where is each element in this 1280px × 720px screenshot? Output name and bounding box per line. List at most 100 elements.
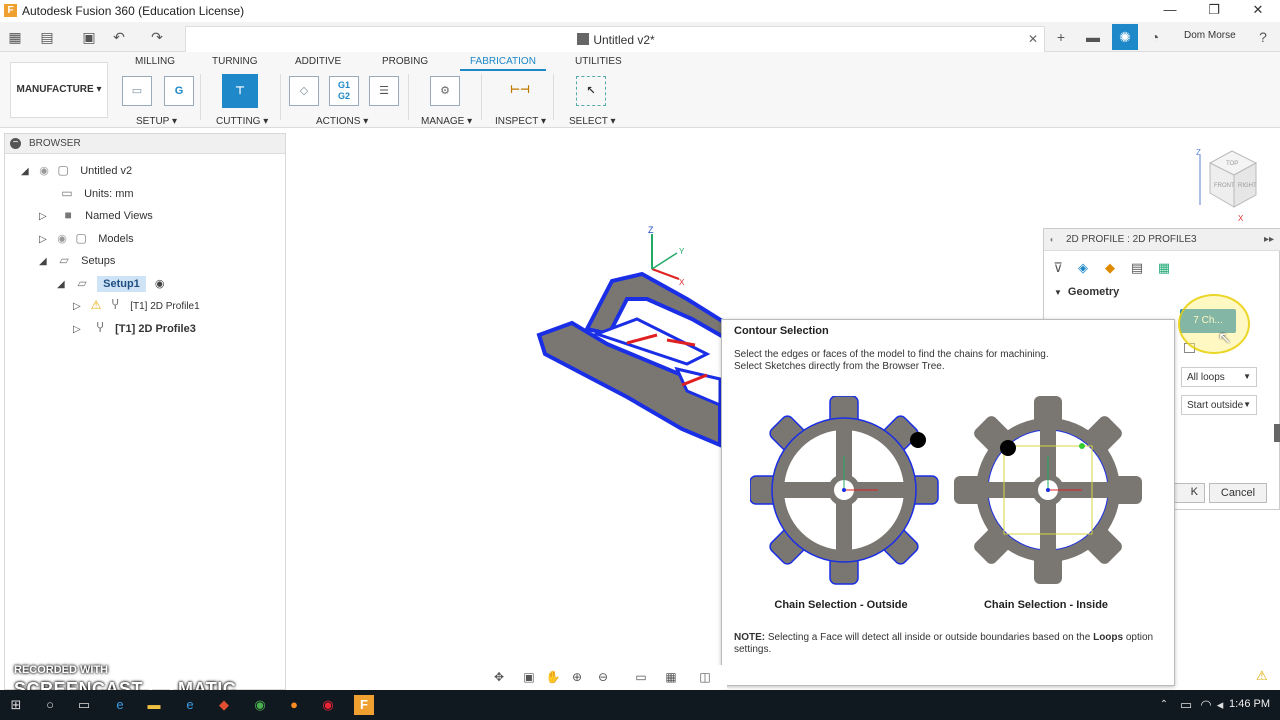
clock-icon[interactable]: ◔ [1146, 28, 1164, 46]
internet-explorer-icon[interactable]: e [180, 695, 200, 715]
select-icon[interactable]: ↖ [576, 76, 606, 106]
chrome-icon[interactable]: ◉ [250, 695, 270, 715]
warning-icon: ⚠ [90, 298, 102, 312]
collapse-browser-icon[interactable]: − [10, 138, 21, 149]
help-icon[interactable]: ? [1254, 28, 1272, 46]
app-icon[interactable]: ◆ [214, 695, 234, 715]
expand-arrow-icon[interactable]: ▷ [39, 211, 51, 222]
tab-heights[interactable]: ◆ [1099, 257, 1121, 279]
cutting-group-menu[interactable]: CUTTING ▾ [216, 116, 268, 127]
viewports-icon[interactable]: ◫ [695, 668, 715, 686]
pan-hand-icon[interactable]: ✋ [543, 668, 563, 686]
volume-icon[interactable]: ◂ [1210, 695, 1230, 715]
tab-geometry[interactable]: ◈ [1072, 257, 1094, 279]
tree-operation-profile1[interactable]: ▷ ⚠ Ⴤ [T1] 2D Profile1 [73, 298, 200, 318]
dialog-collapse-icon[interactable]: ◖ [1049, 235, 1054, 244]
user-name[interactable]: Dom Morse [1184, 30, 1236, 41]
document-tab[interactable]: Untitled v2* ✕ [185, 26, 1045, 52]
measure-icon[interactable]: ⊢⊣ [505, 76, 535, 106]
manage-group-menu[interactable]: MANAGE ▾ [421, 116, 472, 127]
ok-button[interactable]: K [1171, 483, 1205, 503]
zoom-window-icon[interactable]: ⊖ [593, 668, 613, 686]
tab-additive[interactable]: ADDITIVE [295, 56, 341, 67]
minimize-button[interactable]: — [1155, 2, 1185, 20]
expand-arrow-icon[interactable]: ▷ [73, 324, 85, 335]
scrollbar-handle[interactable] [1274, 424, 1280, 442]
save-icon[interactable]: ▣ [80, 28, 98, 46]
visibility-eye-icon[interactable]: ◉ [36, 164, 52, 177]
notifications-icon[interactable]: ▬ [1084, 28, 1102, 46]
maximize-button[interactable]: ❐ [1199, 2, 1229, 20]
fusion-taskbar-icon[interactable]: F [354, 695, 374, 715]
setup-sheet-icon[interactable]: ☰ [369, 76, 399, 106]
tab-tool[interactable]: ⊽ [1047, 257, 1069, 279]
orbit-icon[interactable]: ✥ [489, 668, 509, 686]
tree-units[interactable]: ▭ Units: mm [59, 186, 133, 206]
display-settings-icon[interactable]: ▭ [631, 668, 651, 686]
browser-title: BROWSER [29, 138, 81, 149]
folder-setup-icon[interactable]: ▭ [122, 76, 152, 106]
inspect-group-menu[interactable]: INSPECT ▾ [495, 116, 546, 127]
viewcube-icon[interactable]: TOP FRONT RIGHT Z X [1192, 145, 1262, 225]
tree-operation-profile3[interactable]: ▷ Ⴤ [T1] 2D Profile3 [73, 321, 196, 341]
tool-library-icon[interactable]: ⚙ [430, 76, 460, 106]
tree-root[interactable]: ◢ ◉ ▢ Untitled v2 [21, 163, 132, 183]
active-setup-icon[interactable]: ◉ [155, 278, 165, 290]
look-at-icon[interactable]: ▣ [519, 668, 539, 686]
tab-passes[interactable]: ▤ [1126, 257, 1148, 279]
simulate-icon[interactable]: ◇ [289, 76, 319, 106]
tab-linking[interactable]: ▦ [1153, 257, 1175, 279]
zoom-icon[interactable]: ⊕ [567, 668, 587, 686]
cancel-button[interactable]: Cancel [1209, 483, 1267, 503]
nc-program-icon[interactable]: G [164, 76, 194, 106]
setup-group-menu[interactable]: SETUP ▾ [136, 116, 177, 127]
close-tab-icon[interactable]: ✕ [1028, 32, 1038, 46]
dialog-expand-icon[interactable]: ▸▸ [1264, 234, 1274, 245]
workspace-switcher[interactable]: MANUFACTURE ▾ [10, 62, 108, 118]
warning-icon[interactable]: ⚠ [1256, 668, 1268, 684]
close-window-button[interactable]: ✕ [1243, 2, 1273, 20]
operation-profile1-label: [T1] 2D Profile1 [130, 301, 200, 312]
tree-setup1[interactable]: ◢ ▱ Setup1 ◉ [57, 276, 164, 296]
collapse-arrow-icon[interactable]: ◢ [21, 166, 33, 177]
side-select[interactable]: Start outside ▼ [1181, 395, 1257, 415]
edge-browser-icon[interactable]: e [110, 695, 130, 715]
search-icon[interactable]: ○ [40, 695, 60, 715]
grid-menu-icon[interactable]: ▦ [6, 28, 24, 46]
select-group-menu[interactable]: SELECT ▾ [569, 116, 616, 127]
axis-y-label: Y [679, 247, 685, 256]
screencast-app-icon[interactable]: ◉ [318, 695, 338, 715]
collapse-arrow-icon[interactable]: ◢ [39, 256, 51, 267]
tab-milling[interactable]: MILLING [135, 56, 175, 67]
geometry-section[interactable]: ▼ Geometry [1054, 286, 1119, 298]
job-status-icon[interactable]: ✺ [1112, 24, 1138, 50]
loops-select[interactable]: All loops ▼ [1181, 367, 1257, 387]
undo-icon[interactable]: ↶ [110, 28, 128, 46]
document-title: Untitled v2* [593, 33, 655, 47]
taskbar-clock[interactable]: 1:46 PM [1229, 698, 1270, 710]
file-menu-icon[interactable]: ▤ [38, 28, 56, 46]
grid-settings-icon[interactable]: ▦ [661, 668, 681, 686]
redo-icon[interactable]: ↷ [148, 28, 166, 46]
new-tab-icon[interactable]: + [1052, 28, 1070, 46]
battery-icon[interactable]: ▭ [1176, 695, 1196, 715]
cutting-icon[interactable]: ⊤ [222, 74, 258, 108]
firefox-icon[interactable]: ● [284, 695, 304, 715]
file-explorer-icon[interactable]: ▬ [144, 695, 164, 715]
actions-group-menu[interactable]: ACTIONS ▾ [316, 116, 368, 127]
expand-arrow-icon[interactable]: ▷ [39, 234, 51, 245]
task-view-icon[interactable]: ▭ [74, 695, 94, 715]
tree-models[interactable]: ▷ ◉ ▢ Models [39, 231, 134, 251]
start-windows-icon[interactable]: ⊞ [6, 695, 26, 715]
visibility-eye-icon[interactable]: ◉ [54, 232, 70, 245]
tab-utilities[interactable]: UTILITIES [575, 56, 622, 67]
expand-arrow-icon[interactable]: ▷ [73, 301, 85, 312]
tray-expand-icon[interactable]: ⌃ [1154, 695, 1174, 715]
collapse-arrow-icon[interactable]: ◢ [57, 279, 69, 290]
tab-fabrication[interactable]: FABRICATION [460, 56, 546, 71]
tree-named-views[interactable]: ▷ ■ Named Views [39, 208, 153, 228]
tab-probing[interactable]: PROBING [382, 56, 428, 67]
tree-setups[interactable]: ◢ ▱ Setups [39, 253, 115, 273]
post-process-icon[interactable]: G1 G2 [329, 76, 359, 106]
tab-turning[interactable]: TURNING [212, 56, 258, 67]
